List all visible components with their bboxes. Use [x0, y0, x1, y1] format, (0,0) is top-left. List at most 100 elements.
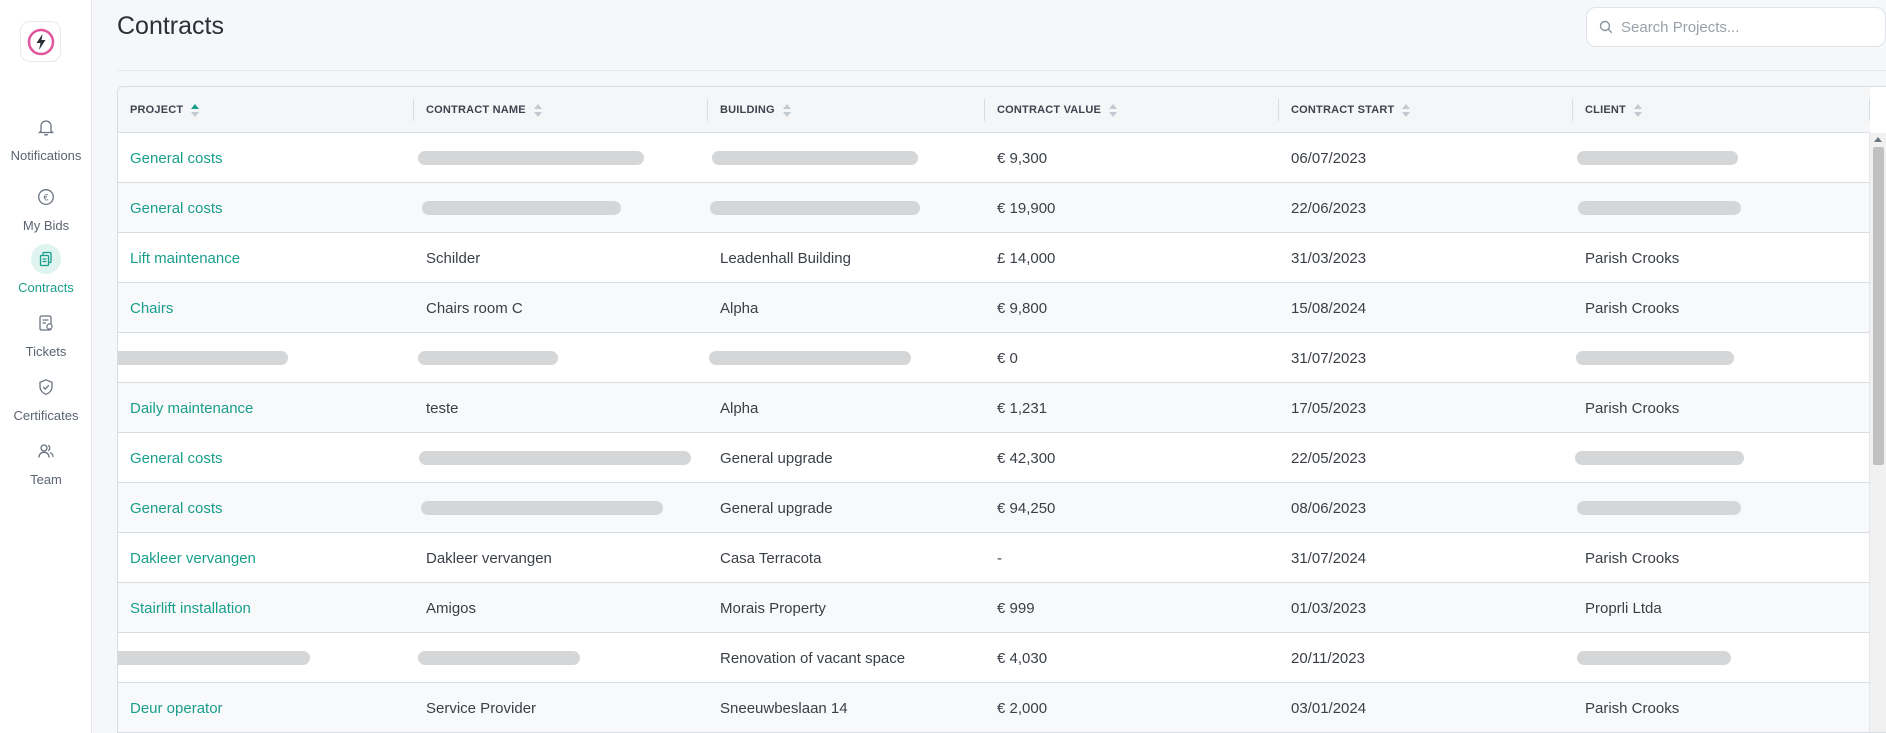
sort-ascending-icon[interactable]	[191, 103, 200, 117]
table-row[interactable]: Daily maintenance teste Alpha € 1,231 17/05/…	[118, 383, 1870, 433]
cell-building	[708, 133, 985, 183]
sidebar-item-contracts[interactable]: Contracts	[0, 244, 92, 300]
cell-project[interactable]: General costs	[118, 183, 414, 233]
cell-contract-name	[414, 333, 708, 383]
cell-building: Renovation of vacant space	[720, 649, 906, 667]
column-header-client[interactable]: CLIENT	[1573, 87, 1870, 133]
table-row[interactable]: Chairs Chairs room C Alpha € 9,800 15/08/202…	[118, 283, 1870, 333]
cell-contract-start: 06/07/2023	[1291, 149, 1367, 167]
app-logo[interactable]	[20, 21, 61, 62]
redacted-text	[709, 351, 911, 365]
column-header-project[interactable]: PROJECT	[118, 87, 414, 133]
cell-contract-name	[414, 633, 708, 683]
table-row[interactable]: € 0 31/07/2023	[118, 333, 1870, 383]
cell-project[interactable]: Dakleer vervangen	[118, 533, 414, 583]
cell-contract-start: 31/07/2024	[1291, 549, 1367, 567]
sort-icon[interactable]	[533, 103, 542, 117]
column-header-contract-value[interactable]: CONTRACT VALUE	[985, 87, 1279, 133]
table-row[interactable]: General costs General upgrade € 42,300 22/0…	[118, 433, 1870, 483]
cell-building	[708, 183, 985, 233]
sort-icon[interactable]	[1633, 103, 1642, 117]
column-header-label: CONTRACT START	[1291, 104, 1395, 116]
column-header-contract-start[interactable]: CONTRACT START	[1279, 87, 1573, 133]
svg-text:€: €	[43, 193, 48, 203]
cell-project[interactable]	[118, 333, 414, 383]
cell-contract-value: € 0	[997, 349, 1018, 367]
cell-project[interactable]: General costs	[118, 483, 414, 533]
sort-icon[interactable]	[1402, 103, 1411, 117]
redacted-text	[118, 651, 310, 665]
cell-building: General upgrade	[720, 449, 833, 467]
table-row[interactable]: General costs € 9,300 06/07/2023	[118, 133, 1870, 183]
cell-contract-name: Amigos	[426, 599, 477, 617]
column-header-label: PROJECT	[130, 104, 184, 116]
cell-project[interactable]: General costs	[118, 433, 414, 483]
sidebar-item-certificates[interactable]: Certificates	[0, 372, 92, 428]
redacted-text	[710, 201, 920, 215]
cell-contract-start: 01/03/2023	[1291, 599, 1367, 617]
table-row[interactable]: General costs € 19,900 22/06/2023	[118, 183, 1870, 233]
table-row[interactable]: Dakleer vervangen Dakleer vervangen Casa T…	[118, 533, 1870, 583]
cell-project[interactable]: Stairlift installation	[118, 583, 414, 633]
redacted-text	[712, 151, 918, 165]
cell-project[interactable]	[118, 633, 414, 683]
redacted-text	[419, 451, 691, 465]
sidebar: Notifications € My Bids Contracts Ticket…	[0, 0, 92, 733]
cell-project[interactable]: Chairs	[118, 283, 414, 333]
search-box[interactable]	[1586, 7, 1886, 47]
table-row[interactable]: Stairlift installation Amigos Morais Prope…	[118, 583, 1870, 633]
sidebar-item-label: Contracts	[18, 280, 74, 295]
vertical-scrollbar[interactable]	[1869, 133, 1886, 732]
ticket-icon	[31, 308, 61, 338]
sort-icon[interactable]	[782, 103, 791, 117]
cell-contract-name: Service Provider	[426, 699, 537, 717]
cell-building: General upgrade	[720, 499, 833, 517]
sort-icon[interactable]	[1109, 103, 1118, 117]
cell-project[interactable]: Lift maintenance	[118, 233, 414, 283]
column-header-building[interactable]: BUILDING	[708, 87, 985, 133]
column-header-label: CLIENT	[1585, 104, 1626, 116]
cell-project[interactable]: Deur operator	[118, 683, 414, 732]
redacted-text	[418, 351, 558, 365]
header-divider	[117, 70, 1886, 71]
cell-contract-start: 15/08/2024	[1291, 299, 1367, 317]
cell-contract-value: € 94,250	[997, 499, 1056, 517]
table-row[interactable]: General costs General upgrade € 94,250 08/0…	[118, 483, 1870, 533]
cell-building	[708, 333, 985, 383]
sidebar-item-team[interactable]: Team	[0, 436, 92, 492]
cell-building: Alpha	[720, 399, 759, 417]
cell-building: Alpha	[720, 299, 759, 317]
cell-client: Parish Crooks	[1585, 299, 1680, 317]
cell-contract-value: -	[997, 549, 1002, 567]
lightning-bolt-icon	[27, 28, 54, 55]
cell-contract-value: € 2,000	[997, 699, 1048, 717]
cell-contract-name: Schilder	[426, 249, 481, 267]
search-input[interactable]	[1621, 18, 1871, 36]
cell-client	[1573, 633, 1870, 683]
cell-project[interactable]: General costs	[118, 133, 414, 183]
scroll-up-arrow-icon[interactable]	[1874, 137, 1882, 142]
redacted-text	[418, 151, 644, 165]
table-row[interactable]: Lift maintenance Schilder Leadenhall Build…	[118, 233, 1870, 283]
sidebar-item-label: Team	[30, 472, 62, 487]
cell-contract-value: € 19,900	[997, 199, 1056, 217]
sidebar-item-my-bids[interactable]: € My Bids	[0, 182, 92, 238]
table-row[interactable]: Deur operator Service Provider Sneeuwbesla…	[118, 683, 1870, 732]
scrollbar-thumb[interactable]	[1873, 147, 1884, 465]
redacted-text	[1577, 651, 1731, 665]
cell-contract-start: 22/06/2023	[1291, 199, 1367, 217]
contracts-table: PROJECT CONTRACT NAME BUILDING CONTRACT …	[117, 86, 1886, 733]
cell-contract-start: 17/05/2023	[1291, 399, 1367, 417]
column-header-contract-name[interactable]: CONTRACT NAME	[414, 87, 708, 133]
cell-contract-value: € 9,800	[997, 299, 1048, 317]
sidebar-item-label: Certificates	[13, 408, 79, 423]
table-body: General costs € 9,300 06/07/2023 General co…	[118, 133, 1870, 732]
team-icon	[31, 436, 61, 466]
cell-project[interactable]: Daily maintenance	[118, 383, 414, 433]
sidebar-item-tickets[interactable]: Tickets	[0, 308, 92, 364]
shield-check-icon	[31, 372, 61, 402]
cell-contract-name	[414, 133, 708, 183]
cell-client: Parish Crooks	[1585, 699, 1680, 717]
table-row[interactable]: Renovation of vacant space € 4,030 20/11/2…	[118, 633, 1870, 683]
sidebar-item-notifications[interactable]: Notifications	[0, 112, 92, 168]
